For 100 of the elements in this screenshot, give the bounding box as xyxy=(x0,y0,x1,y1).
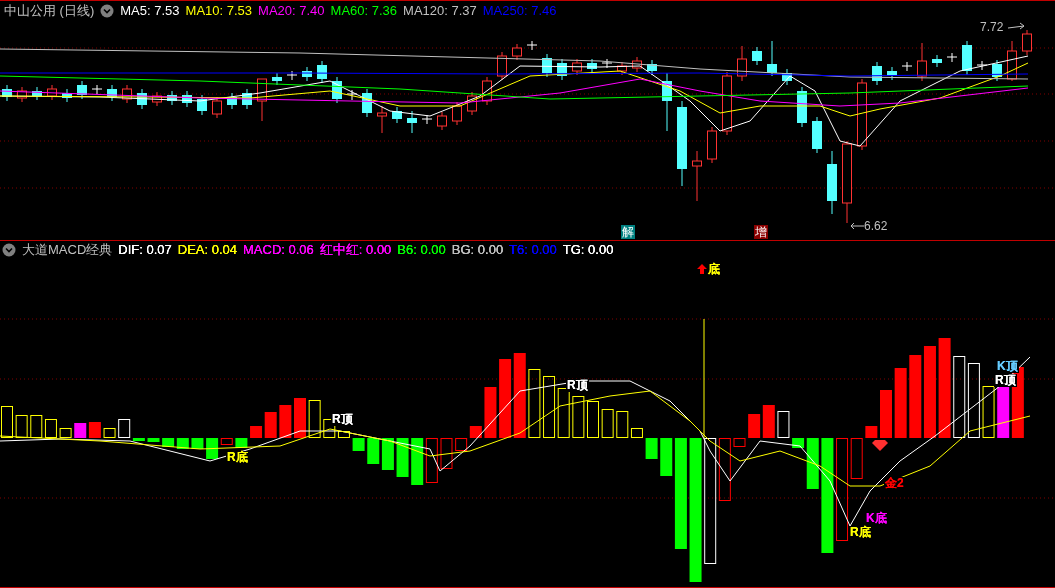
candlestick xyxy=(377,105,387,134)
histogram-bar xyxy=(455,438,468,451)
candlestick xyxy=(632,56,642,73)
candlestick xyxy=(467,91,477,116)
up-arrow-icon xyxy=(697,264,707,274)
candlestick xyxy=(62,88,72,103)
candlestick xyxy=(901,61,913,72)
histogram-bar xyxy=(762,405,775,438)
indicator-value: BG: 0.00 xyxy=(451,242,504,258)
indicator-value: TG: 0.00 xyxy=(562,242,614,258)
histogram-bar xyxy=(865,426,878,438)
candlestick xyxy=(542,53,552,78)
signal-label: K顶 xyxy=(996,360,1019,373)
histogram-bar xyxy=(74,423,87,438)
candlestick xyxy=(17,86,27,103)
dropdown-icon[interactable] xyxy=(100,4,115,18)
candlestick xyxy=(242,88,252,110)
candlestick xyxy=(512,43,522,61)
histogram-bar xyxy=(587,401,599,438)
indicator-value: MA60: 7.36 xyxy=(330,3,398,19)
histogram-bar xyxy=(396,438,409,477)
candlestick xyxy=(137,88,147,110)
histogram-bar xyxy=(15,415,28,438)
candlestick xyxy=(167,90,177,106)
histogram-bar xyxy=(982,386,995,438)
histogram-bar xyxy=(191,438,204,449)
signal-badge: 增 xyxy=(754,225,768,239)
histogram-bar xyxy=(352,438,365,451)
signal-label: R顶 xyxy=(566,379,589,392)
signal-label: R底 xyxy=(849,526,872,539)
price-label: 6.62 xyxy=(864,219,888,233)
signal-label: K底 xyxy=(865,512,888,525)
candlestick xyxy=(617,61,627,76)
candlestick xyxy=(91,84,103,95)
candlestick xyxy=(872,61,882,86)
indicator-title: 大道MACD经典 xyxy=(22,242,113,258)
signal-label: 金2 xyxy=(884,477,905,490)
diamond-icon xyxy=(872,440,888,451)
candlestick xyxy=(797,86,807,128)
indicator-value: DEA: 0.04 xyxy=(177,242,237,258)
candlestick xyxy=(392,106,402,124)
histogram-bar xyxy=(557,388,570,438)
candlestick xyxy=(737,45,747,82)
indicator-value: MA20: 7.40 xyxy=(258,3,325,19)
histogram-bar xyxy=(44,419,57,438)
signal-label: R底 xyxy=(226,451,249,464)
histogram-bar xyxy=(162,438,175,447)
candlestick xyxy=(407,110,417,134)
candlestick xyxy=(962,40,972,76)
histogram-bar xyxy=(1,406,13,438)
histogram-bar xyxy=(367,438,380,464)
candlestick xyxy=(692,150,702,202)
stock-title: 中山公用 (日线) xyxy=(4,3,95,19)
histogram-bar xyxy=(425,438,438,483)
candlestick xyxy=(362,88,372,118)
candlestick xyxy=(197,94,207,116)
candlestick xyxy=(917,42,927,82)
histogram-bar xyxy=(88,422,101,438)
candlestick xyxy=(557,58,567,81)
candlestick xyxy=(227,92,237,110)
candlestick xyxy=(286,70,298,81)
indicator-value: MA250: 7.46 xyxy=(482,3,557,19)
histogram-bar xyxy=(176,438,189,449)
candlestick xyxy=(107,84,117,102)
signal-badge: 解 xyxy=(621,225,635,239)
candlestick xyxy=(152,91,162,107)
signal-label: 底 xyxy=(707,263,721,276)
candlestick xyxy=(2,84,12,102)
histogram-bar xyxy=(733,438,746,447)
candlestick xyxy=(976,60,988,71)
candlestick xyxy=(257,78,267,122)
histogram-bar xyxy=(894,368,907,438)
arrow-icon xyxy=(1008,21,1026,31)
candlestick xyxy=(32,86,42,101)
histogram-bar xyxy=(601,409,614,438)
candlestick xyxy=(812,116,822,154)
candlestick xyxy=(662,72,672,132)
histogram-bar xyxy=(30,415,43,438)
candlestick xyxy=(182,90,192,108)
histogram-bar xyxy=(543,376,556,438)
dropdown-icon[interactable] xyxy=(2,243,16,257)
histogram-bar xyxy=(469,426,482,438)
candlestick xyxy=(421,114,433,125)
histogram-bar xyxy=(103,428,116,438)
histogram-bar xyxy=(411,438,424,485)
candlestick xyxy=(752,46,762,66)
candlestick xyxy=(827,150,837,215)
histogram-bar xyxy=(381,438,394,470)
indicator-value: B6: 0.00 xyxy=(397,242,446,258)
candlestick xyxy=(601,58,613,69)
candlestick xyxy=(302,66,312,82)
candlestick xyxy=(212,96,222,119)
indicator-value: DIF: 0.07 xyxy=(118,242,172,258)
histogram-bar xyxy=(572,396,585,438)
indicator-value: MA120: 7.37 xyxy=(403,3,477,19)
candlestick xyxy=(332,76,342,104)
candlestick xyxy=(497,51,507,81)
histogram-bar xyxy=(645,438,658,459)
histogram-bar xyxy=(308,400,321,438)
indicator-value: T6: 0.00 xyxy=(509,242,557,258)
